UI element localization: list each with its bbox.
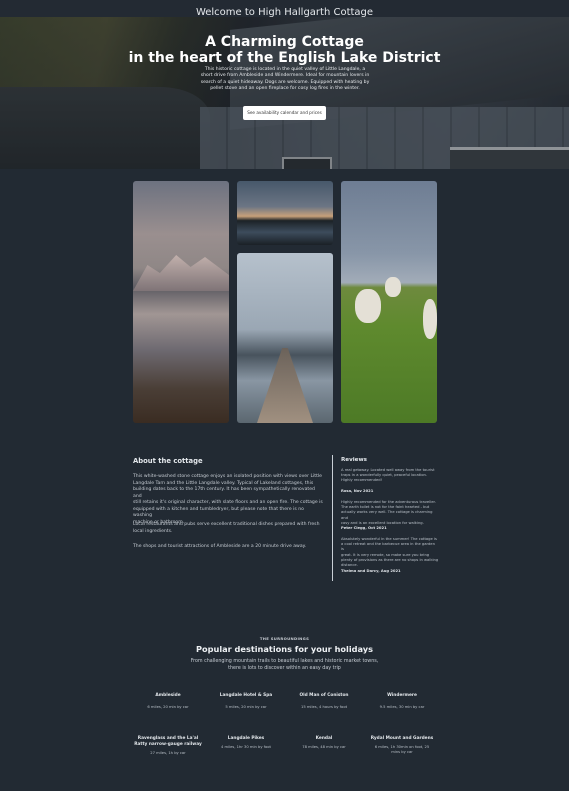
about-paragraph: Local restaurants and pubs serve excelle… [133, 522, 320, 534]
surroundings-title: Popular destinations for your holidays [196, 644, 373, 654]
review-author: Thelma and Darcy, Aug 2021 [341, 569, 401, 573]
gallery-photo-jetty[interactable] [237, 253, 333, 423]
review-author: Rosa, Nov 2021 [341, 489, 374, 493]
about-heading: About the cottage [133, 457, 203, 465]
review-text: A real getaway. Located well away from t… [341, 468, 435, 483]
site-header: Welcome to High Hallgarth Cottage [0, 0, 569, 18]
destination-card: Kendal 78 miles, 48 min by car [302, 736, 346, 749]
destination-card: Langdale Pikes 4 miles, 1hr 30 min by fo… [220, 736, 271, 749]
gallery-photo-mountain-lake[interactable] [133, 181, 229, 423]
hero-title: A Charming Cottage in the heart of the E… [128, 34, 441, 66]
gallery-photo-sheep[interactable] [341, 181, 437, 423]
about-paragraph: The shops and tourist attractions of Amb… [133, 544, 307, 549]
about-paragraph: This white-washed stone cottage enjoys a… [133, 474, 323, 525]
destination-card: Langdale Hotel & Spa 5 miles, 20 min by … [219, 693, 273, 709]
reviews-heading: Reviews [341, 457, 367, 463]
destination-card: Ravenglass and the La'al Ratty narrow-ga… [134, 736, 202, 755]
availability-button[interactable]: See availability calendar and prices [243, 106, 326, 120]
destination-card: Windermere 9.5 miles, 30 min by car [379, 693, 425, 709]
surroundings-kicker: THE SURROUNDINGS [259, 636, 310, 641]
column-divider [332, 455, 333, 581]
gallery-photo-sunset-lake[interactable] [237, 181, 333, 245]
surroundings-subtitle: From challenging mountain trails to beau… [190, 659, 379, 671]
review-text: Absolutely wonderful in the summer! The … [341, 537, 439, 568]
hero-description: This historic cottage is located in the … [200, 67, 370, 91]
destination-card: Old Man of Coniston 15 miles, 4 hours by… [299, 693, 349, 709]
destination-card: Ambleside 6 miles, 20 min by car [147, 693, 189, 709]
review-author: Peter Clegg, Oct 2021 [341, 526, 387, 530]
review-text: Highly recommended for the adventurous t… [341, 500, 436, 525]
destination-card: Rydal Mount and Gardens 6 miles, 1h 30mi… [370, 736, 434, 754]
